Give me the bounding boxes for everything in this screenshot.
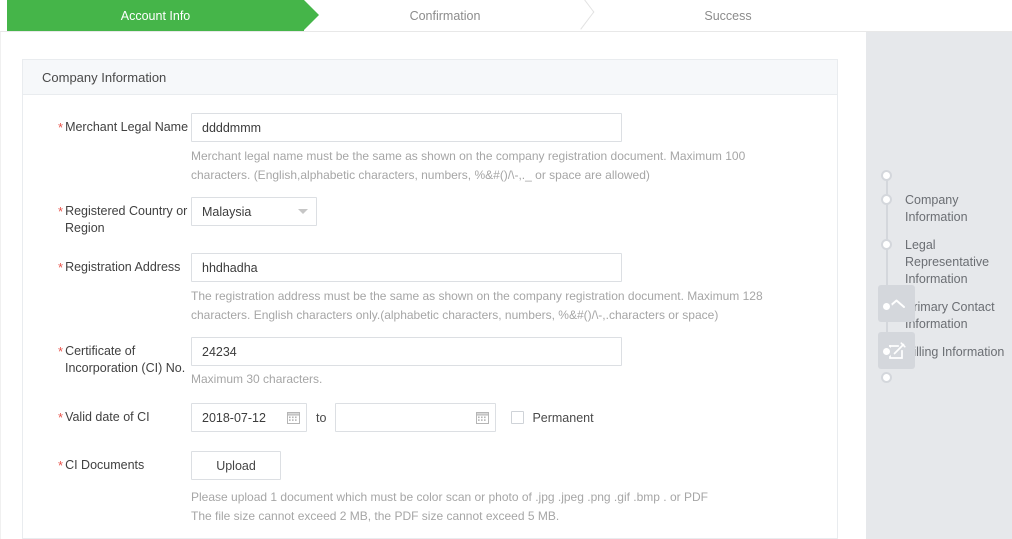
field-row-ci-documents: * CI Documents Upload Please upload 1 doc… [23, 451, 837, 526]
field-ci-documents: Upload Please upload 1 document which mu… [191, 451, 837, 526]
label-ci-number: * Certificate of Incorporation (CI) No. [23, 337, 191, 377]
calendar-icon [476, 411, 490, 424]
label-ci-documents: * CI Documents [23, 451, 191, 474]
field-registration-address: The registration address must be the sam… [191, 253, 837, 325]
step-label: Confirmation [409, 8, 481, 23]
nav-item-label: Company Information [905, 193, 968, 224]
right-rail: Company Information Legal Representative… [866, 32, 1012, 539]
field-merchant-legal-name: Merchant legal name must be the same as … [191, 113, 837, 185]
permanent-checkbox[interactable] [511, 411, 525, 424]
help-ci-documents-line1: Please upload 1 document which must be c… [191, 490, 708, 504]
upload-button[interactable]: Upload [191, 451, 281, 480]
required-asterisk: * [58, 204, 64, 219]
nav-dot-icon [881, 346, 892, 357]
label-text-line1: Certificate of [65, 344, 136, 358]
label-text-line1: Registered Country or [65, 204, 188, 218]
help-ci-documents-line2: The file size cannot exceed 2 MB, the PD… [191, 509, 560, 523]
registration-page: Account Info Confirmation Success Compan… [0, 0, 1012, 539]
card-title: Company Information [42, 69, 167, 85]
step-progress-bar: Account Info Confirmation Success [0, 0, 1012, 32]
step-label: Success [704, 8, 752, 23]
field-row-registered-country: * Registered Country or Region Malaysia [23, 197, 837, 237]
nav-dot-icon [881, 194, 892, 205]
required-asterisk: * [58, 410, 64, 425]
step-tab-success[interactable]: Success [586, 0, 870, 31]
permanent-checkbox-label: Permanent [532, 410, 594, 425]
company-information-card: Company Information * Merchant Legal Name… [22, 59, 838, 539]
nav-item-company-information[interactable]: Company Information [880, 192, 1005, 226]
card-body: *Merchant Legal Name Merchant legal name… [23, 95, 837, 538]
nav-dot-icon [881, 239, 892, 250]
selected-country-value: Malaysia [202, 204, 252, 219]
field-row-merchant-legal-name: *Merchant Legal Name Merchant legal name… [23, 113, 837, 185]
nav-dot-icon [881, 301, 892, 312]
nav-end-dot [881, 372, 892, 383]
valid-date-to-input[interactable] [335, 403, 497, 432]
registration-address-input[interactable] [191, 253, 622, 282]
page-body: Company Information * Merchant Legal Name… [0, 32, 1012, 539]
nav-item-label: Primary Contact Information [905, 300, 995, 331]
valid-date-from-input[interactable]: 2018-07-12 [191, 403, 307, 432]
nav-item-label: Legal Representative Information [905, 238, 990, 286]
label-merchant-legal-name: * Merchant Legal Name [23, 113, 191, 136]
label-registration-address: * Registration Address [23, 253, 191, 276]
ci-number-input[interactable] [191, 337, 622, 366]
field-row-registration-address: *Registration Address The registration a… [23, 253, 837, 325]
field-registered-country: Malaysia [191, 197, 837, 226]
label-text: Merchant Legal Name [65, 120, 189, 134]
help-registration-address: The registration address must be the sam… [191, 289, 763, 322]
field-row-ci-number: *Certificate of Incorporation (CI) No. M… [23, 337, 837, 389]
label-text: CI Documents [65, 458, 145, 472]
step-tab-account-info[interactable]: Account Info [7, 0, 319, 31]
main-content: Company Information * Merchant Legal Name… [0, 32, 866, 539]
label-valid-date: * Valid date of CI [23, 403, 191, 426]
field-valid-date: 2018-07-12 to Permanent [191, 403, 837, 432]
nav-start-dot [881, 170, 892, 181]
label-text-line2: Incorporation (CI) No. [65, 361, 186, 375]
label-text-line2: Region [65, 221, 105, 235]
calendar-icon [287, 411, 300, 424]
nav-item-legal-representative-information[interactable]: Legal Representative Information [880, 237, 1005, 288]
card-header: Company Information [23, 60, 837, 95]
required-asterisk: * [58, 458, 64, 473]
label-registered-country: * Registered Country or Region [23, 197, 191, 237]
step-tab-confirmation[interactable]: Confirmation [304, 0, 586, 31]
required-asterisk: * [58, 120, 64, 135]
label-text: Valid date of CI [65, 410, 150, 424]
chevron-down-icon [298, 209, 308, 214]
nav-item-label: Billing Information [905, 345, 1005, 359]
step-label: Account Info [120, 8, 191, 23]
registered-country-select[interactable]: Malaysia [191, 197, 317, 226]
label-text: Registration Address [65, 260, 181, 274]
help-merchant-legal-name: Merchant legal name must be the same as … [191, 149, 746, 182]
valid-date-row: 2018-07-12 to Permanent [191, 403, 837, 432]
required-asterisk: * [58, 344, 64, 359]
permanent-checkbox-wrap[interactable]: Permanent [511, 410, 594, 425]
floating-action-buttons [878, 285, 915, 379]
merchant-legal-name-input[interactable] [191, 113, 622, 142]
field-ci-number: Maximum 30 characters. [191, 337, 837, 389]
date-range-separator: to [316, 410, 327, 425]
field-row-valid-date: * Valid date of CI 2018-07-12 to Permane… [23, 403, 837, 432]
valid-date-from-value: 2018-07-12 [202, 410, 266, 425]
help-ci-number: Maximum 30 characters. [191, 372, 323, 386]
required-asterisk: * [58, 260, 64, 275]
